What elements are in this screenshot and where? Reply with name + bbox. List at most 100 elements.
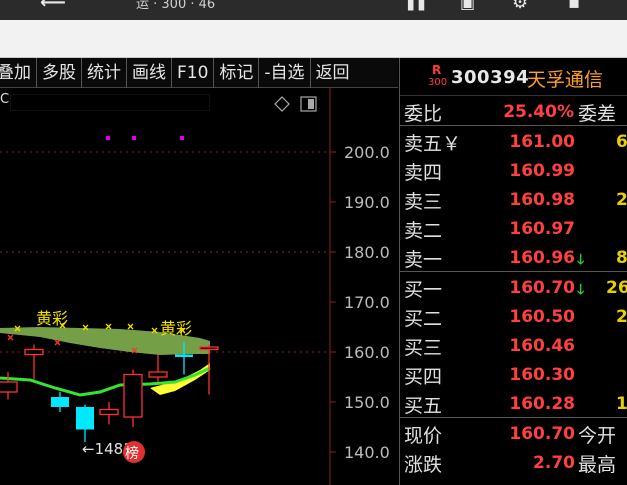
toolbar-back-button[interactable]: 返回 — [311, 58, 355, 88]
ask-label: 卖四 — [404, 162, 443, 184]
kline-chart[interactable]: C 200.0 190.0 180.0 170.0 160.0 150.0 140.0 — [0, 88, 398, 485]
ask-label: 卖一 — [404, 249, 443, 271]
candle-body — [148, 371, 168, 378]
y-tick-label: 140.0 — [344, 443, 390, 462]
signal-marker — [106, 136, 110, 140]
weicha-label: 委差 — [578, 103, 617, 125]
open-label: 今开 — [578, 425, 617, 447]
bid-price: 160.30 — [509, 365, 575, 385]
ask-price: 160.98 — [509, 190, 575, 210]
ask-row[interactable]: 卖二 160.97 — [400, 213, 627, 242]
toolbar-mark-button[interactable]: 标记 — [214, 57, 260, 88]
exchange-badge-num: 300 — [428, 77, 448, 88]
ask-row[interactable]: 卖五￥ 161.00 6 — [400, 126, 627, 155]
ask-row[interactable]: 卖四 160.99 — [400, 155, 627, 184]
square-icon[interactable]: ▪ — [568, 0, 580, 12]
pause-icon[interactable]: ▌▌ — [408, 0, 430, 12]
candle-body — [51, 397, 69, 407]
bid-price: 160.50 — [509, 307, 575, 327]
ask-price: 160.96 — [509, 248, 575, 268]
title-bar: ⟵ 运 · 300 · 46 ▌▌ ▣ ⚙ ▪ — [0, 0, 627, 20]
bid-label: 买二 — [404, 308, 443, 330]
y-tick-label: 170.0 — [344, 293, 390, 312]
y-tick-label: 190.0 — [344, 193, 390, 212]
current-price-value: 160.70 — [509, 424, 575, 444]
stock-header[interactable]: R 300 300394 天孚通信 — [400, 58, 627, 96]
bid-volume: 2 — [616, 307, 627, 327]
bid-volume: 1 — [616, 394, 627, 414]
down-arrow-icon: 🡓 — [577, 252, 585, 268]
signal-marker — [132, 136, 136, 140]
candle-body — [76, 407, 94, 430]
candle-body — [175, 354, 193, 357]
screen-icon[interactable]: ▣ — [460, 0, 475, 12]
ask-label: 卖五￥ — [404, 133, 462, 155]
window-title: 运 · 300 · 46 — [136, 0, 216, 12]
bid-row[interactable]: 买三 160.46 — [400, 330, 627, 359]
y-tick-label: 150.0 — [344, 393, 390, 412]
candlestick-series — [0, 342, 219, 442]
change-label: 涨跌 — [404, 454, 443, 476]
y-tick-label: 180.0 — [344, 243, 390, 262]
panel-toggle-icon-fill — [308, 99, 314, 109]
stock-name: 天孚通信 — [527, 69, 604, 91]
ask-book: 卖五￥ 161.00 6 卖四 160.99 卖三 160.98 2 卖二 16… — [400, 126, 627, 272]
huangcai-label-1: 黄彩 — [36, 309, 68, 328]
bid-price: 160.70 — [509, 278, 575, 298]
chart-toolbar: 叠加 多股 统计 画线 F10 标记 -自选 返回 — [0, 57, 398, 88]
candle-body — [99, 408, 119, 416]
current-price-row: 现价 160.70 今开 — [400, 418, 627, 447]
ask-price: 161.00 — [509, 132, 575, 152]
toolbar-multistock-button[interactable]: 多股 — [37, 57, 82, 88]
y-tick-label: 200.0 — [344, 143, 390, 162]
huangcai-label-2: 黄彩 — [160, 319, 192, 338]
address-strip — [0, 20, 627, 58]
ask-row[interactable]: 卖三 160.98 2 — [400, 184, 627, 213]
back-icon[interactable]: ⟵ — [40, 0, 66, 12]
candle-body — [123, 373, 143, 418]
signal-marker — [180, 136, 184, 140]
bid-row[interactable]: 买一 160.70 🡓 26 — [400, 272, 627, 301]
ask-price: 160.97 — [509, 219, 575, 239]
bid-row[interactable]: 买二 160.50 2 — [400, 301, 627, 330]
bid-label: 买四 — [404, 366, 443, 388]
weibi-row: 委比 25.40% 委差 — [400, 96, 627, 126]
rank-badge-text: 榜 — [125, 445, 139, 462]
stock-code: 300394 — [451, 67, 530, 88]
weibi-label: 委比 — [404, 103, 443, 125]
candle-body — [199, 346, 219, 351]
ask-label: 卖二 — [404, 220, 443, 242]
gear-icon[interactable]: ⚙ — [512, 0, 528, 12]
ask-price: 160.99 — [509, 161, 575, 181]
bid-label: 买五 — [404, 395, 443, 417]
bid-book: 买一 160.70 🡓 26 买二 160.50 2 买三 160.46 买四 … — [400, 272, 627, 418]
y-tick-label: 160.0 — [344, 343, 390, 362]
bid-price: 160.28 — [509, 394, 575, 414]
bid-label: 买一 — [404, 279, 443, 301]
ask-volume: 6 — [616, 132, 627, 152]
bid-volume: 26 — [606, 278, 627, 298]
ask-row[interactable]: 卖一 160.96 🡓 8 — [400, 242, 627, 271]
change-row: 涨跌 2.70 最高 — [400, 447, 627, 476]
toolbar-overlay-button[interactable]: 叠加 — [0, 57, 37, 88]
weibi-value: 25.40% — [503, 102, 574, 122]
current-price-label: 现价 — [404, 425, 443, 447]
high-label: 最高 — [578, 454, 617, 476]
candle-body — [0, 381, 18, 393]
down-arrow-icon: 🡓 — [577, 282, 585, 298]
ask-label: 卖三 — [404, 191, 443, 213]
toolbar-stats-button[interactable]: 统计 — [82, 57, 127, 88]
toolbar-draw-button[interactable]: 画线 — [127, 57, 172, 88]
toolbar-f10-button[interactable]: F10 — [172, 57, 215, 88]
toolbar-remove-watchlist-button[interactable]: -自选 — [259, 57, 311, 88]
y-axis-ticks: 200.0 190.0 180.0 170.0 160.0 150.0 140.0 — [330, 143, 390, 462]
chart-canvas[interactable]: 200.0 190.0 180.0 170.0 160.0 150.0 140.0 黄彩 黄… — [0, 88, 398, 485]
quote-panel: R 300 300394 天孚通信 委比 25.40% 委差 卖五￥ 161.0… — [399, 58, 627, 485]
bid-price: 160.46 — [509, 336, 575, 356]
bid-row[interactable]: 买五 160.28 1 — [400, 388, 627, 417]
bid-label: 买三 — [404, 337, 443, 359]
candle-body — [24, 348, 44, 356]
diamond-icon[interactable] — [274, 96, 290, 112]
moving-average-line — [0, 366, 211, 397]
bid-row[interactable]: 买四 160.30 — [400, 359, 627, 388]
